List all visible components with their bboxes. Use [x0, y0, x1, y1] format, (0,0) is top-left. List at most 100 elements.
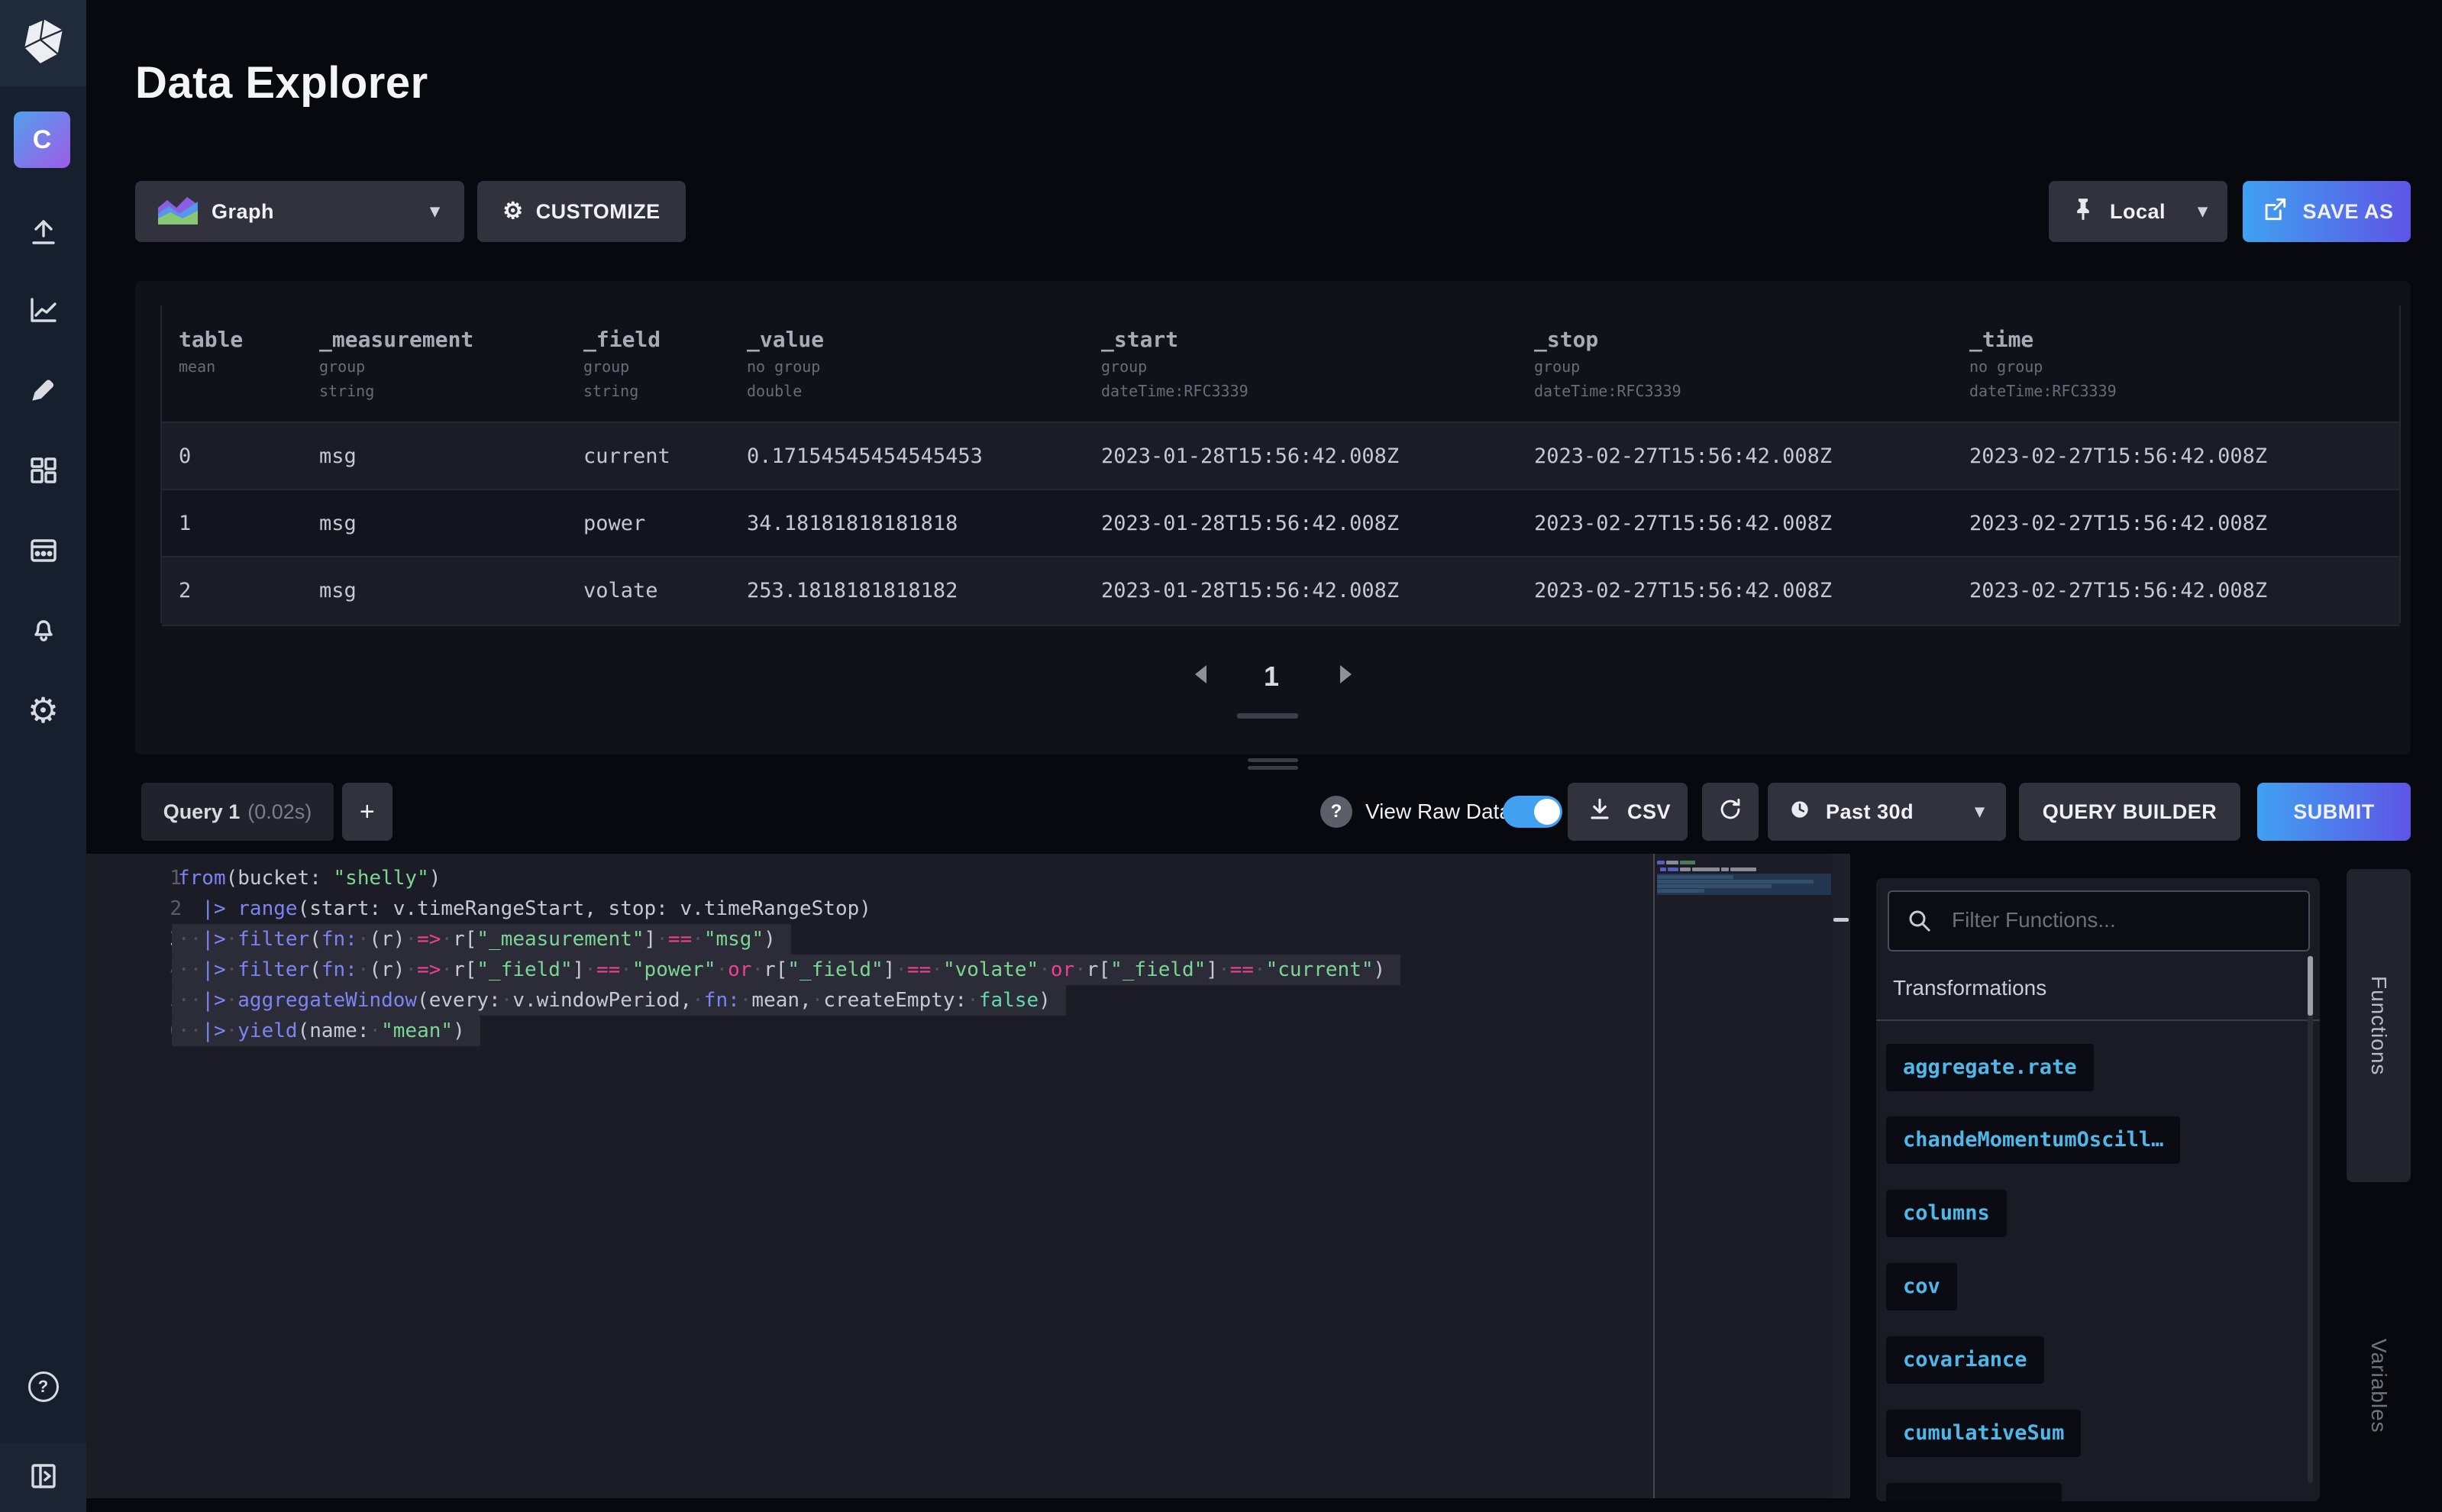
- table-cell: 0.17154545454545453: [747, 423, 983, 490]
- flux-code-editor[interactable]: 1from(bucket: "shelly")2 |> range(start:…: [86, 854, 1850, 1498]
- submit-label: SUBMIT: [2293, 800, 2375, 824]
- sidebar-item-tasks[interactable]: [0, 528, 86, 574]
- sidebar-expand-button[interactable]: [0, 1443, 86, 1512]
- chevron-down-icon: ▾: [2198, 202, 2208, 221]
- sidebar-item-help[interactable]: ?: [0, 1364, 86, 1410]
- scope-dropdown[interactable]: Local ▾: [2049, 181, 2227, 242]
- view-type-dropdown[interactable]: Graph ▾: [135, 181, 464, 242]
- scope-label: Local: [2110, 200, 2166, 224]
- table-cell: 2023-02-27T15:56:42.008Z: [1534, 490, 1832, 557]
- refresh-icon: [1715, 794, 1746, 830]
- table-cell: msg: [319, 557, 357, 625]
- function-chip[interactable]: [1886, 1483, 2062, 1501]
- column-header[interactable]: _measurementgroupstring: [319, 327, 473, 401]
- function-chip[interactable]: cumulativeSum: [1886, 1410, 2081, 1457]
- sidebar-item-dashboards[interactable]: [0, 449, 86, 495]
- functions-scrollbar-track: [2308, 956, 2313, 1483]
- resize-handle[interactable]: [1248, 758, 1298, 762]
- editor-scrollbar[interactable]: [1832, 854, 1850, 1498]
- query-tab[interactable]: Query 1 (0.02s): [141, 783, 334, 841]
- table-cell: 2023-01-28T15:56:42.008Z: [1101, 490, 1399, 557]
- data-explorer-screen: C ⚙ ? Data Explorer Gr: [0, 0, 2442, 1512]
- table-cell: 2023-02-27T15:56:42.008Z: [1534, 557, 1832, 625]
- sidebar-item-notebooks[interactable]: [0, 369, 86, 415]
- save-as-button[interactable]: SAVE AS: [2243, 181, 2411, 242]
- column-header[interactable]: _valueno groupdouble: [747, 327, 824, 401]
- dashboard-grid-icon: [26, 453, 61, 492]
- functions-scrollbar-thumb[interactable]: [2308, 956, 2313, 1016]
- code-line: 5··|>·aggregateWindow(every:·v.windowPer…: [86, 985, 1850, 1016]
- editor-minimap-divider: [1653, 854, 1655, 1498]
- save-as-label: SAVE AS: [2302, 200, 2393, 224]
- view-type-label: Graph: [212, 200, 274, 224]
- column-header[interactable]: _fieldgroupstring: [583, 327, 661, 401]
- table-cell: current: [583, 423, 670, 490]
- variables-tab-label: Variables: [2366, 1339, 2391, 1433]
- function-chip[interactable]: columns: [1886, 1190, 2007, 1237]
- function-chip[interactable]: aggregate.rate: [1886, 1044, 2094, 1091]
- table-cell: 2: [179, 557, 191, 625]
- refresh-button[interactable]: [1702, 783, 1759, 841]
- code-line: 2 |> range(start: v.timeRangeStart, stop…: [86, 893, 1850, 924]
- raw-data-panel: tablemean _measurementgroupstring _fieldgr…: [135, 281, 2411, 754]
- query-builder-label: QUERY BUILDER: [2043, 800, 2218, 824]
- pin-icon: [2069, 195, 2098, 229]
- table-cell: 2023-02-27T15:56:42.008Z: [1969, 557, 2267, 625]
- column-header[interactable]: _startgroupdateTime:RFC3339: [1101, 327, 1248, 401]
- csv-label: CSV: [1627, 800, 1671, 824]
- csv-button[interactable]: CSV: [1568, 783, 1688, 841]
- pane-drag-handle[interactable]: [1833, 918, 1849, 922]
- add-query-button[interactable]: +: [342, 783, 392, 841]
- code-line: 1from(bucket: "shelly"): [86, 863, 1850, 893]
- user-avatar[interactable]: C: [14, 111, 70, 168]
- line-number: 2: [145, 893, 182, 924]
- functions-tab-label: Functions: [2366, 976, 2391, 1075]
- table-row: 1msgpower34.181818181818182023-01-28T15:…: [162, 489, 2399, 557]
- download-icon: [1584, 794, 1615, 830]
- function-chip[interactable]: chandeMomentumOscill…: [1886, 1116, 2180, 1164]
- column-header[interactable]: _timeno groupdateTime:RFC3339: [1969, 327, 2117, 401]
- next-page-button[interactable]: [1340, 665, 1352, 683]
- query-duration: (0.02s): [247, 800, 312, 824]
- sidebar-item-alerts[interactable]: [0, 608, 86, 654]
- cube-logo-icon: [23, 18, 64, 69]
- table-cell: msg: [319, 423, 357, 490]
- chevron-down-icon: ▾: [1975, 803, 1985, 821]
- function-chip[interactable]: cov: [1886, 1263, 1957, 1310]
- time-range-dropdown[interactable]: Past 30d ▾: [1768, 783, 2006, 841]
- prev-page-button[interactable]: [1195, 665, 1206, 683]
- bell-icon: [26, 612, 61, 651]
- sidebar-item-settings[interactable]: ⚙: [0, 687, 86, 733]
- influxdb-logo[interactable]: [0, 0, 86, 86]
- code-line: 4··|>·filter(fn:·(r)·=>·r["_field"]·==·"…: [86, 955, 1850, 985]
- customize-button[interactable]: ⚙ CUSTOMIZE: [477, 181, 686, 242]
- line-chart-icon: [26, 292, 61, 331]
- column-header[interactable]: _stopgroupdateTime:RFC3339: [1534, 327, 1681, 401]
- sidebar-item-load-data[interactable]: [0, 210, 86, 256]
- plus-icon: +: [360, 797, 375, 827]
- table-cell: 1: [179, 490, 191, 557]
- sidebar-item-data-explorer[interactable]: [0, 289, 86, 334]
- filter-functions-input[interactable]: [1950, 892, 2289, 948]
- raw-data-help-icon[interactable]: ?: [1320, 796, 1352, 828]
- query-builder-button[interactable]: QUERY BUILDER: [2019, 783, 2240, 841]
- table-cell: 2023-01-28T15:56:42.008Z: [1101, 557, 1399, 625]
- resize-handle[interactable]: [1248, 766, 1298, 770]
- table-row: 0msgcurrent0.171545454545454532023-01-28…: [162, 422, 2399, 490]
- function-chip[interactable]: covariance: [1886, 1336, 2044, 1384]
- query-tab-label: Query 1: [163, 800, 241, 824]
- filter-functions-box[interactable]: [1888, 890, 2310, 951]
- tab-variables[interactable]: Variables: [2356, 1298, 2402, 1474]
- table-cell: 2023-02-27T15:56:42.008Z: [1969, 490, 2267, 557]
- table-cell: 0: [179, 423, 191, 490]
- functions-panel: Transformations aggregate.ratechandeMome…: [1876, 878, 2320, 1501]
- tab-functions[interactable]: Functions: [2347, 869, 2411, 1182]
- submit-button[interactable]: SUBMIT: [2257, 783, 2411, 841]
- table-cell: power: [583, 490, 645, 557]
- table-cell: 2023-02-27T15:56:42.008Z: [1969, 423, 2267, 490]
- pencil-icon: [26, 373, 61, 412]
- column-header[interactable]: tablemean: [179, 327, 243, 376]
- view-raw-data-toggle[interactable]: [1503, 796, 1562, 828]
- help-icon: ?: [28, 1371, 59, 1402]
- chevron-down-icon: ▾: [430, 202, 440, 221]
